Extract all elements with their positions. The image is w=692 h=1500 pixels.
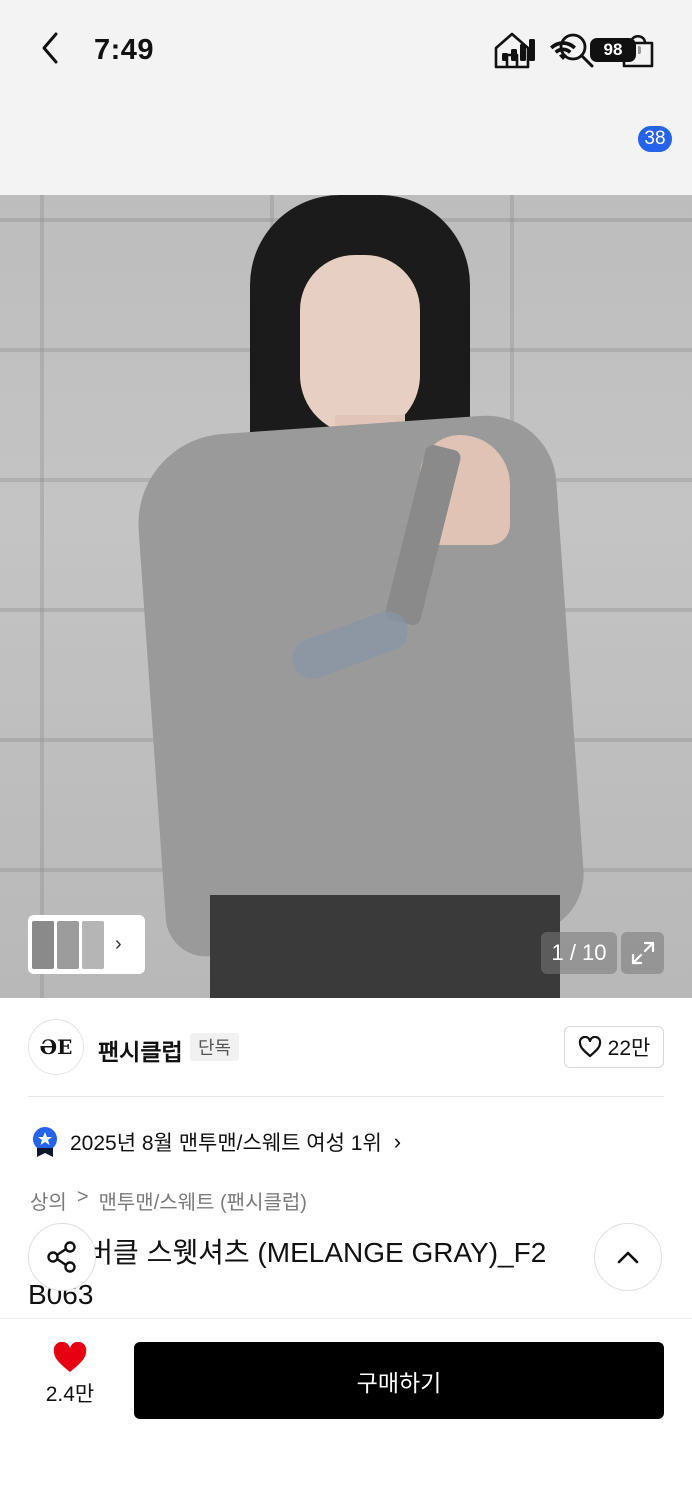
divider xyxy=(28,1096,664,1097)
thumbnail-1[interactable] xyxy=(32,920,54,969)
image-counter: 1 / 10 xyxy=(541,932,617,974)
breadcrumb-separator: > xyxy=(76,1186,89,1208)
home-icon[interactable] xyxy=(492,30,532,70)
wish-count: 2.4만 xyxy=(45,1383,95,1406)
gray-sweatshirt xyxy=(132,410,588,960)
expand-icon xyxy=(631,941,654,965)
wish-button[interactable]: 2.4만 xyxy=(30,1342,110,1408)
brand-name[interactable]: 팬시클럽 xyxy=(98,1033,183,1067)
brand-like-count: 22만 xyxy=(607,1037,651,1060)
chevron-up-icon xyxy=(617,1251,639,1264)
top-nav-bar xyxy=(0,100,692,195)
pleated-skirt xyxy=(210,895,560,998)
chevron-right-icon[interactable]: › xyxy=(115,933,122,956)
shopping-bag-icon[interactable] xyxy=(618,30,658,70)
exclusive-tag: 단독 xyxy=(190,1033,240,1061)
brand-like-button[interactable]: 22만 xyxy=(564,1026,664,1068)
search-icon[interactable] xyxy=(556,30,596,70)
category-level1[interactable]: 상의 xyxy=(30,1186,67,1215)
heart-outline-icon xyxy=(578,1036,601,1058)
expand-button[interactable] xyxy=(621,932,664,974)
breadcrumb: 상의 > 맨투맨/스웨트 (팬시클럽) xyxy=(30,1186,307,1215)
brand-logo[interactable]: ƏE xyxy=(28,1019,84,1075)
ranking-text: 2025년 8월 맨투맨/스웨트 여성 1위 xyxy=(70,1132,382,1155)
thumbnail-3[interactable] xyxy=(82,920,104,969)
buy-button[interactable]: 구매하기 xyxy=(134,1342,664,1419)
status-time: 7:49 xyxy=(94,34,155,66)
ranking-badge-icon xyxy=(33,1127,57,1157)
ranking-row[interactable]: 2025년 8월 맨투맨/스웨트 여성 1위 › xyxy=(30,1126,401,1158)
share-icon xyxy=(47,1241,76,1273)
thumbnail-strip[interactable]: › xyxy=(28,915,145,974)
chevron-right-icon: › xyxy=(393,1129,402,1154)
product-hero-image[interactable] xyxy=(0,195,692,998)
category-level2[interactable]: 맨투맨/스웨트 (팬시클럽) xyxy=(99,1186,307,1215)
share-button[interactable] xyxy=(28,1223,96,1291)
back-arrow-icon[interactable] xyxy=(32,28,68,68)
cart-count-badge: 38 xyxy=(636,124,674,154)
product-title: 숄더 버클 스웻셔츠 (MELANGE GRAY)_F2 B063 xyxy=(28,1237,547,1310)
model-face xyxy=(300,255,420,435)
thumbnail-2[interactable] xyxy=(57,920,79,969)
heart-filled-icon xyxy=(53,1342,87,1372)
scroll-top-button[interactable] xyxy=(594,1223,662,1291)
